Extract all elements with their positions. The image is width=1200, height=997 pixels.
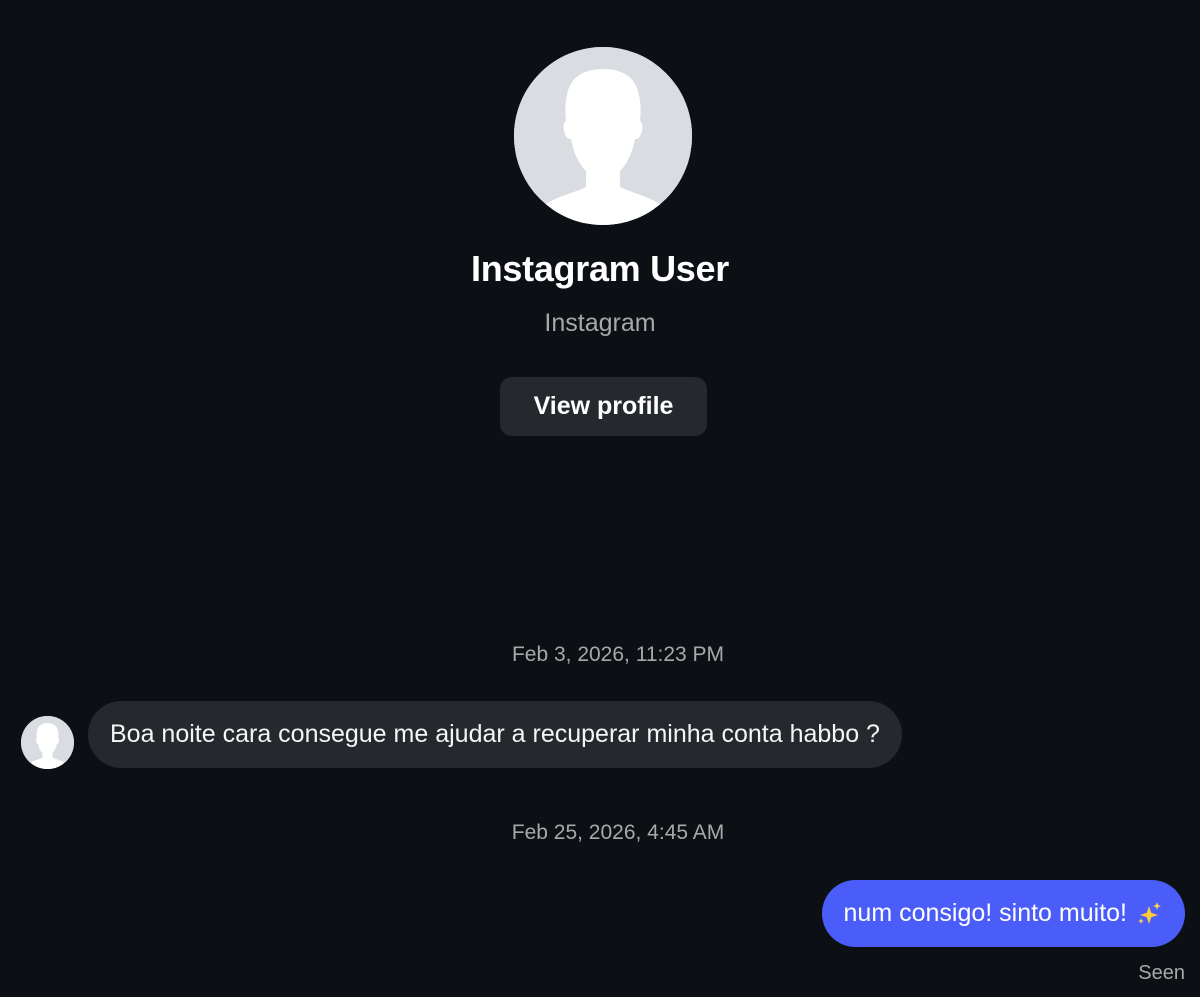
chat-thread: Instagram User Instagram View profile Fe… [0, 0, 1200, 997]
profile-name: Instagram User [471, 248, 729, 289]
profile-avatar[interactable] [514, 47, 692, 225]
sparkles-icon [1135, 900, 1163, 928]
incoming-message-bubble[interactable]: Boa noite cara consegue me ajudar a recu… [88, 701, 902, 768]
user-silhouette-icon [21, 716, 74, 769]
user-silhouette-icon [514, 47, 692, 225]
outgoing-message-bubble[interactable]: num consigo! sinto muito! [821, 880, 1185, 947]
message-text: Boa noite cara consegue me ajudar a recu… [110, 720, 880, 748]
message-timestamp: Feb 25, 2026, 4:45 AM [511, 821, 725, 844]
profile-platform-label: Instagram [544, 309, 656, 337]
message-text: num consigo! sinto muito! [843, 899, 1127, 927]
seen-status: Seen [1138, 962, 1185, 984]
view-profile-button[interactable]: View profile [500, 377, 707, 436]
message-timestamp: Feb 3, 2026, 11:23 PM [511, 643, 725, 666]
sender-avatar[interactable] [21, 716, 74, 769]
